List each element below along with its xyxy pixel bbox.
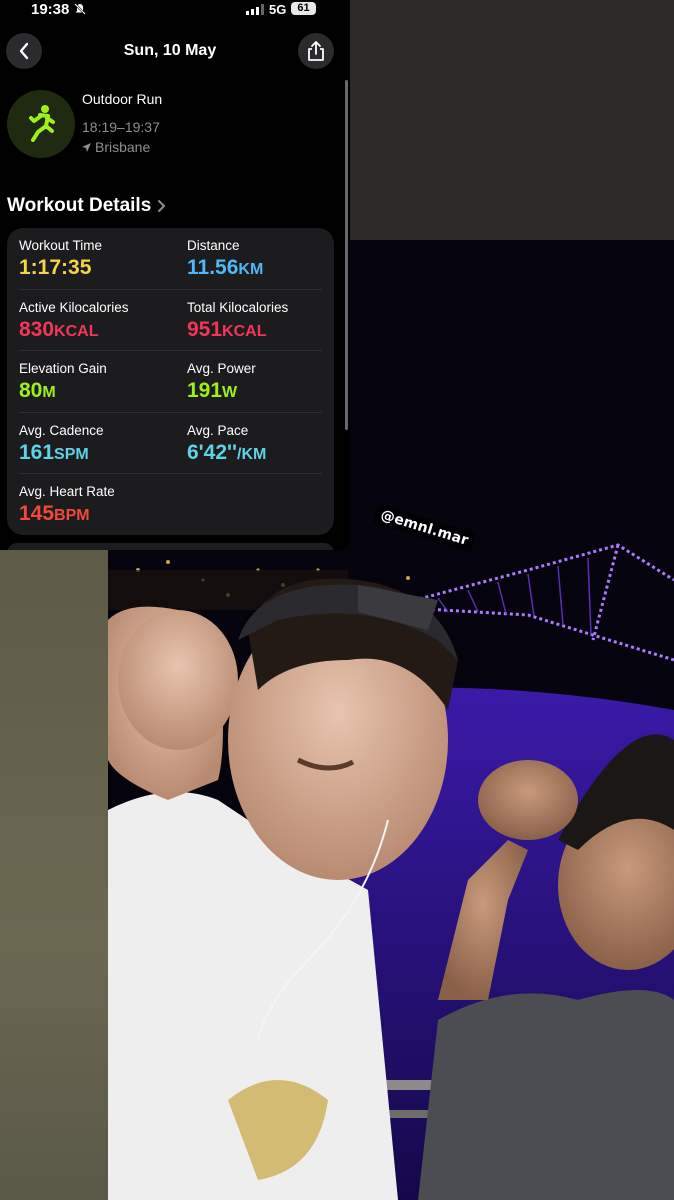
divider — [19, 289, 322, 290]
metric-avg-heart-rate: Avg. Heart Rate 145BPM — [19, 484, 169, 526]
metric-value: 145BPM — [19, 502, 90, 525]
metric-label: Avg. Pace — [187, 423, 249, 438]
divider — [19, 412, 322, 413]
metric-avg-cadence: Avg. Cadence 161SPM — [19, 423, 169, 465]
workout-time-range: 18:19–19:37 — [82, 119, 160, 135]
metric-value: 1:17:35 — [19, 256, 92, 279]
share-icon — [308, 41, 324, 61]
metric-avg-pace: Avg. Pace 6'42''/KM — [187, 423, 337, 465]
workout-location: Brisbane — [82, 139, 150, 155]
chevron-left-icon — [19, 42, 29, 60]
metric-value: 6'42''/KM — [187, 441, 267, 464]
metric-label: Workout Time — [19, 238, 103, 253]
battery-indicator: 61 — [291, 2, 316, 15]
metric-workout-time: Workout Time 1:17:35 — [19, 238, 169, 280]
workout-details-header[interactable]: Workout Details — [7, 195, 166, 217]
metric-value: 191W — [187, 379, 238, 402]
metric-value: 80M — [19, 379, 56, 402]
back-button[interactable] — [6, 33, 42, 69]
metric-label: Elevation Gain — [19, 361, 107, 376]
metric-label: Active Kilocalories — [19, 300, 129, 315]
metric-value: 830KCAL — [19, 318, 99, 341]
location-arrow-icon — [82, 142, 91, 152]
workout-details-title: Workout Details — [7, 195, 152, 216]
chevron-right-icon — [158, 200, 166, 212]
metric-elevation-gain: Elevation Gain 80M — [19, 361, 169, 403]
workout-location-text: Brisbane — [95, 139, 151, 155]
running-figure-icon — [29, 105, 55, 142]
background-panel — [350, 0, 674, 240]
metric-value: 11.56KM — [187, 256, 264, 279]
metric-label: Avg. Heart Rate — [19, 484, 115, 499]
status-time: 19:38 — [31, 1, 70, 18]
metric-value: 951KCAL — [187, 318, 267, 341]
metric-avg-power: Avg. Power 191W — [187, 361, 337, 403]
metric-label: Total Kilocalories — [187, 300, 289, 315]
metric-value: 161SPM — [19, 441, 89, 464]
metric-label: Avg. Power — [187, 361, 256, 376]
silent-bell-icon — [74, 3, 86, 15]
scrollbar[interactable] — [345, 80, 348, 430]
signal-icon — [246, 4, 264, 15]
outdoor-run-icon — [7, 90, 75, 158]
divider — [19, 350, 322, 351]
share-button[interactable] — [298, 33, 334, 69]
page-title: Sun, 10 May — [123, 42, 217, 59]
network-type: 5G — [269, 2, 287, 17]
status-bar: 19:38 5G 61 — [0, 0, 350, 20]
metric-total-kilocalories: Total Kilocalories 951KCAL — [187, 300, 337, 342]
metric-label: Distance — [187, 238, 240, 253]
metric-active-kilocalories: Active Kilocalories 830KCAL — [19, 300, 169, 342]
fitness-app-screenshot: 19:38 5G 61 Sun, 10 May Outdoor Run 18:1… — [0, 0, 350, 550]
next-card-peek — [7, 543, 334, 550]
left-background-strip — [0, 548, 108, 1200]
workout-details-card: Workout Time 1:17:35 Distance 11.56KM Ac… — [7, 228, 334, 535]
metric-distance: Distance 11.56KM — [187, 238, 337, 280]
metric-label: Avg. Cadence — [19, 423, 104, 438]
workout-name: Outdoor Run — [82, 91, 163, 107]
divider — [19, 473, 322, 474]
